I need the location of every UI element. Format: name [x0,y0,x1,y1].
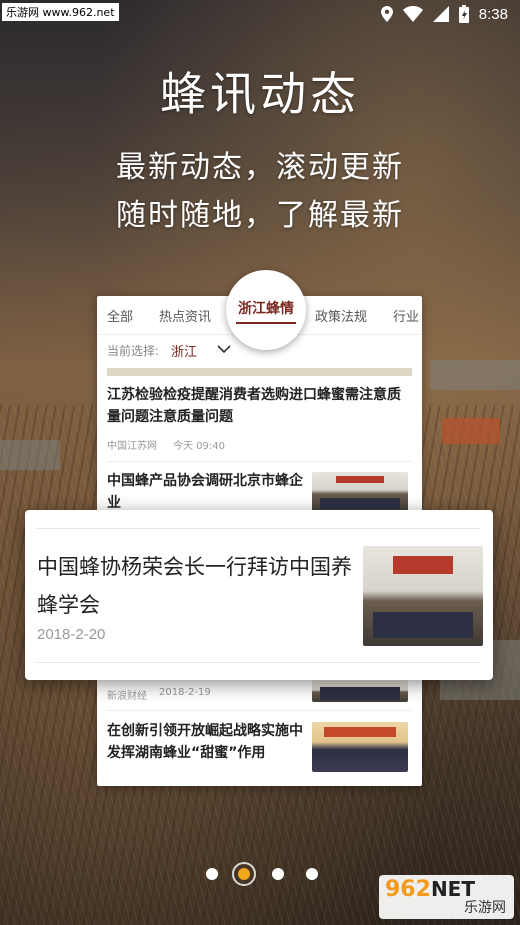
page-dot[interactable] [206,868,218,880]
clock: 8:38 [478,5,508,23]
featured-article-title: 中国蜂协杨荣会长一行拜访中国养蜂学会 [37,555,352,617]
selector-value: 浙江 [171,344,198,360]
tab-hot-news[interactable]: 热点资讯 [159,306,211,325]
article-title[interactable]: 江苏检验检疫提醒消费者选购进口蜂蜜需注意质量问题注意质量问题 [107,384,412,428]
tab-zhejiang-active[interactable]: 浙江蜂情 [226,270,306,350]
hero-title: 蜂讯动态 [160,67,360,121]
article-time: 2018-2-19 [159,687,211,698]
list-divider [107,461,412,462]
battery-icon [458,5,469,23]
article-title[interactable]: 在创新引领开放崛起战略实施中发挥湖南蜂业“甜蜜”作用 [107,720,307,764]
article-thumbnail[interactable] [312,722,408,772]
article-thumbnail[interactable] [312,680,408,702]
hero-subtitle-line1: 最新动态，滚动更新 [116,150,404,185]
featured-article-card[interactable]: 中国蜂协杨荣会长一行拜访中国养蜂学会 2018-2-20 [25,510,493,680]
chevron-down-icon[interactable] [217,343,231,357]
featured-article-thumbnail [363,546,483,646]
page-dot-active[interactable] [232,862,256,886]
page-dot[interactable] [306,868,318,880]
filter-divider-bar [107,368,412,376]
article-source: 新浪财经 [107,691,147,702]
background-hive [430,360,520,390]
page-dot[interactable] [272,868,284,880]
background-hive [442,418,500,444]
site-watermark-logo: 962NET 乐游网 [379,875,514,919]
location-icon [380,6,393,22]
tab-all[interactable]: 全部 [107,306,133,325]
card-divider [37,528,481,529]
selector-label: 当前选择: [107,343,160,358]
wifi-icon [402,6,423,22]
article-time: 今天 09:40 [173,441,225,452]
background-hive [0,440,60,470]
card-divider [37,662,481,663]
watermark-text: 乐游网 [464,900,506,916]
active-tab-label: 浙江蜂情 [238,301,294,317]
site-badge: 乐游网 www.962.net [2,3,119,21]
featured-article-date: 2018-2-20 [37,626,106,643]
article-title[interactable]: 中国蜂产品协会调研北京市蜂企业 [107,470,307,514]
article-thumbnail[interactable] [312,472,408,512]
status-bar: 乐游网 www.962.net 8:38 [0,0,520,28]
active-tab-underline [236,322,296,324]
tab-policy[interactable]: 政策法规 [315,306,367,325]
signal-icon [432,6,449,22]
watermark-number: 962NET [385,877,475,902]
tab-industry[interactable]: 行业 [393,306,419,325]
article-source: 中国江苏网 [107,441,157,452]
list-divider [107,710,412,711]
hero-subtitle-line2: 随时随地，了解最新 [116,198,404,233]
